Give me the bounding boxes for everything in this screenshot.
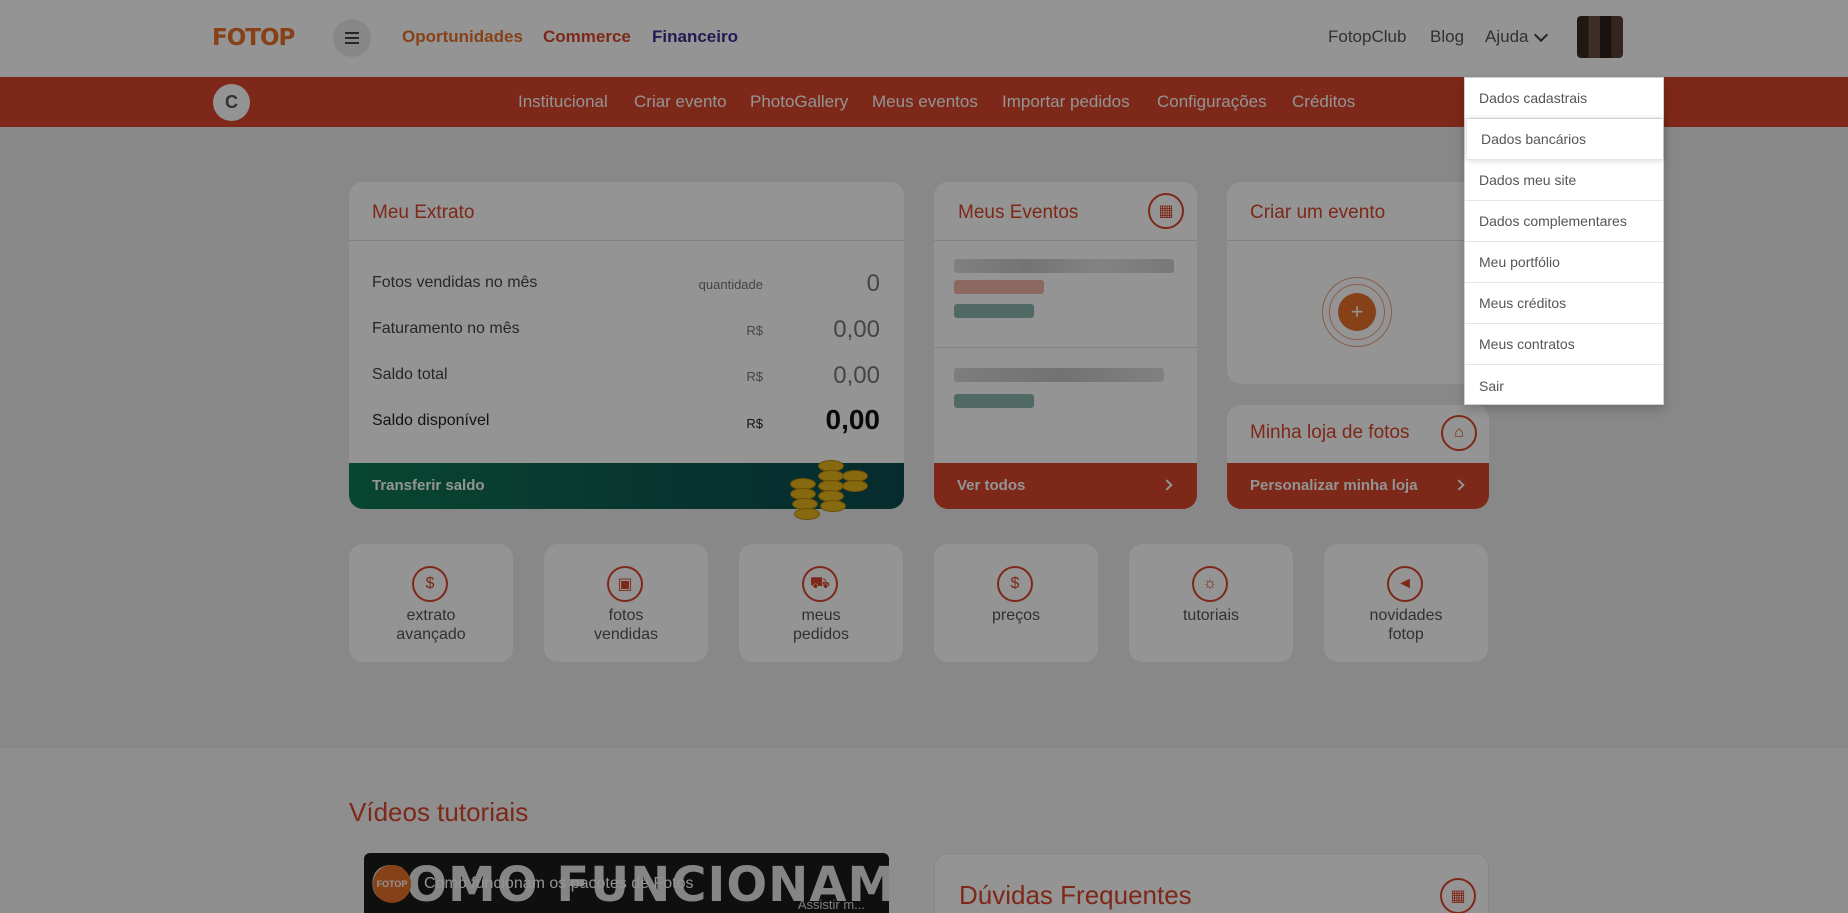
menu-item-meus-contratos[interactable]: Meus contratos: [1465, 324, 1663, 365]
account-dropdown-menu: Dados cadastrais Dados bancários Dados m…: [1464, 77, 1664, 405]
menu-item-dados-meu-site[interactable]: Dados meu site: [1465, 160, 1663, 201]
menu-item-meu-portfolio[interactable]: Meu portfólio: [1465, 242, 1663, 283]
menu-item-dados-complementares[interactable]: Dados complementares: [1465, 201, 1663, 242]
menu-item-meus-creditos[interactable]: Meus créditos: [1465, 283, 1663, 324]
menu-item-dados-bancarios[interactable]: Dados bancários: [1467, 119, 1663, 160]
menu-item-sair[interactable]: Sair: [1465, 365, 1663, 406]
menu-item-dados-cadastrais[interactable]: Dados cadastrais: [1465, 78, 1663, 119]
